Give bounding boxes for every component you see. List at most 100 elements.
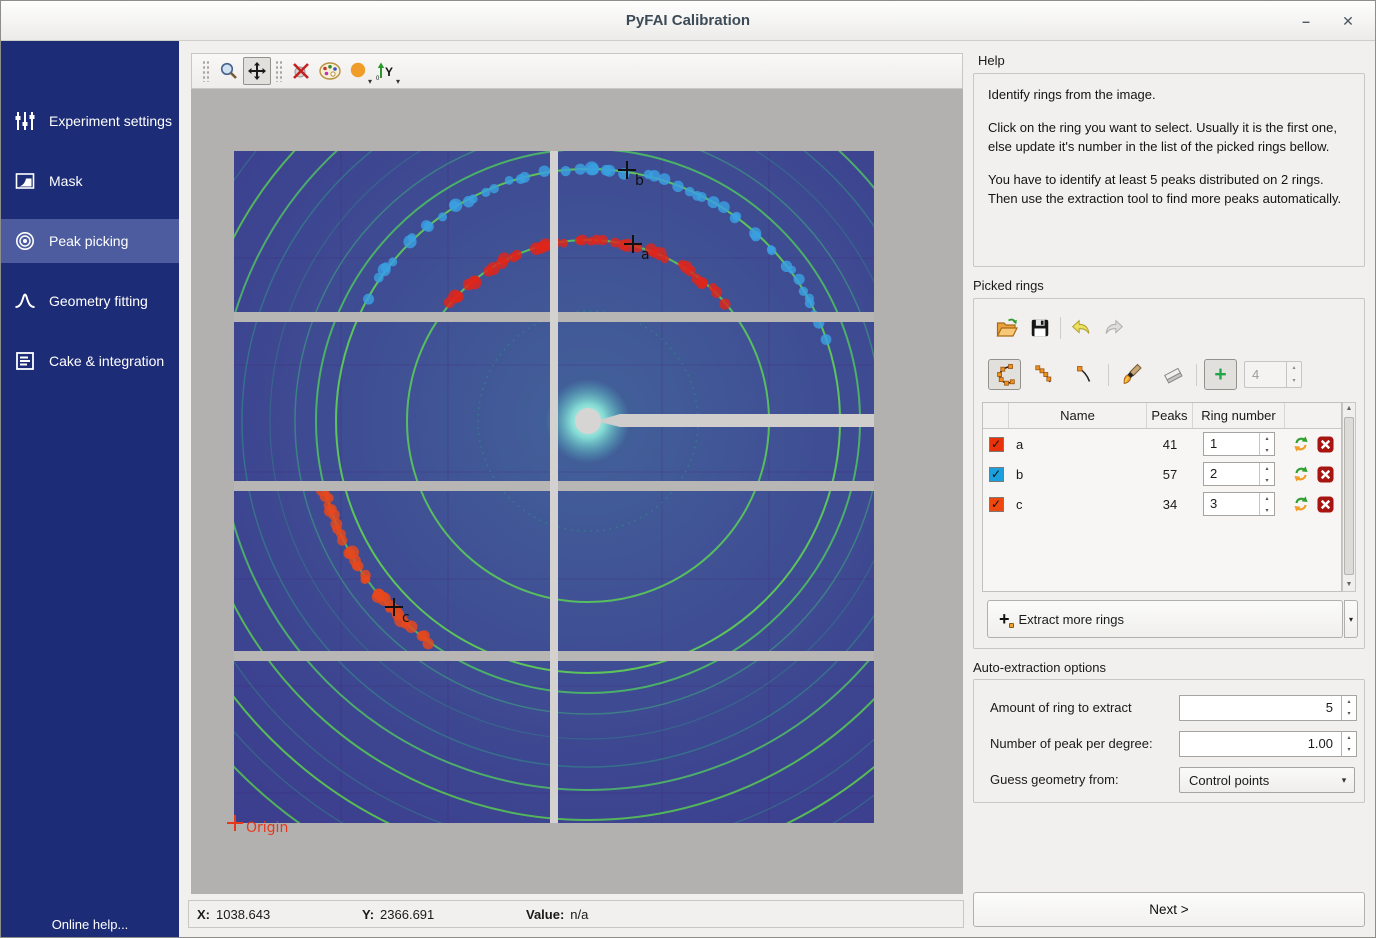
add-ring-button[interactable]: + <box>1204 359 1237 390</box>
rings-edit-toolbar: + 4 ▴ ▾ <box>988 359 1302 390</box>
arc-selection-tool-button[interactable] <box>1028 359 1061 390</box>
eraser-tool-button[interactable] <box>1156 359 1189 390</box>
mask-overlay-button[interactable]: ▾ <box>344 57 372 85</box>
plus-icon: + <box>999 610 1010 628</box>
refresh-ring-button[interactable] <box>1292 495 1310 513</box>
sidebar: Experiment settings Mask Peak picking Ge… <box>1 41 179 938</box>
document-icon <box>14 350 36 372</box>
colormap-button[interactable] <box>316 57 344 85</box>
titlebar[interactable]: PyFAI Calibration – ✕ <box>1 1 1375 41</box>
table-row[interactable]: ✓ a 41 1 ▴▾ <box>983 429 1341 459</box>
ring-number-spinbox[interactable]: 2 ▴▾ <box>1203 462 1275 486</box>
auto-extraction-box: Amount of ring to extract 5 ▴▾ Number of… <box>973 679 1365 803</box>
refresh-ring-button[interactable] <box>1292 465 1310 483</box>
ring-number-spinbox[interactable]: 3 ▴▾ <box>1203 492 1275 516</box>
ring-visible-checkbox[interactable]: ✓ <box>989 497 1004 512</box>
spin-up-icon[interactable]: ▴ <box>1260 433 1274 445</box>
separator <box>1196 364 1197 386</box>
sidebar-item-label: Peak picking <box>49 233 128 249</box>
eraser-icon <box>1161 363 1185 387</box>
separator <box>1060 317 1061 339</box>
sidebar-item-label: Geometry fitting <box>49 293 148 309</box>
point-tool-icon <box>1073 363 1097 387</box>
guess-geometry-combobox[interactable]: Control points ▾ <box>1179 767 1355 793</box>
delete-ring-button[interactable] <box>1317 496 1334 513</box>
point-selection-tool-button[interactable] <box>1068 359 1101 390</box>
separator <box>1108 364 1109 386</box>
spin-up-icon[interactable]: ▴ <box>1342 732 1356 744</box>
spin-down-icon[interactable]: ▾ <box>1287 375 1301 388</box>
chevron-down-icon: ▾ <box>396 77 400 86</box>
ring-amount-spinbox[interactable]: 5 ▴▾ <box>1179 695 1357 721</box>
ring-number-spinbox[interactable]: 1 ▴▾ <box>1203 432 1275 456</box>
brush-tool-button[interactable] <box>1116 359 1149 390</box>
brush-icon <box>1121 363 1145 387</box>
ring-selection-tool-button[interactable] <box>988 359 1021 390</box>
toolbar-grip[interactable] <box>202 60 211 82</box>
col-header-peaks: Peaks <box>1147 403 1193 428</box>
scroll-up-icon[interactable]: ▲ <box>1343 403 1355 415</box>
spin-up-icon[interactable]: ▴ <box>1260 493 1274 505</box>
table-row[interactable]: ✓ c 34 3 ▴▾ <box>983 489 1341 519</box>
extract-options-dropdown[interactable]: ▾ <box>1344 600 1358 638</box>
sidebar-item-cake-integration[interactable]: Cake & integration <box>1 339 179 383</box>
extract-more-rings-button[interactable]: + Extract more rings <box>987 600 1343 638</box>
sidebar-item-experiment-settings[interactable]: Experiment settings <box>1 99 179 143</box>
y-axis-orientation-button[interactable]: Y 0 ▾ <box>372 57 400 85</box>
peaks-per-degree-spinbox[interactable]: 1.00 ▴▾ <box>1179 731 1357 757</box>
magnifier-icon <box>219 61 239 81</box>
spin-down-icon[interactable]: ▾ <box>1342 744 1356 756</box>
orange-circle-icon <box>348 61 368 81</box>
table-scrollbar[interactable]: ▲ ▼ <box>1342 402 1356 592</box>
zoom-tool-button[interactable] <box>215 57 243 85</box>
rings-file-toolbar <box>994 315 1127 341</box>
diffraction-plot[interactable]: abcOrigin <box>191 89 963 894</box>
undo-button[interactable] <box>1068 315 1094 341</box>
svg-text:c: c <box>402 610 410 626</box>
minimize-button[interactable]: – <box>1289 1 1323 41</box>
option-label: Number of peak per degree: <box>990 731 1153 757</box>
spin-down-icon[interactable]: ▾ <box>1260 505 1274 517</box>
open-button[interactable] <box>994 315 1020 341</box>
spin-down-icon[interactable]: ▾ <box>1342 708 1356 720</box>
svg-text:0: 0 <box>376 76 380 81</box>
spin-up-icon[interactable]: ▴ <box>1342 696 1356 708</box>
redo-arrow-icon <box>1102 316 1126 340</box>
redo-button[interactable] <box>1101 315 1127 341</box>
save-button[interactable] <box>1027 315 1053 341</box>
spin-down-icon[interactable]: ▾ <box>1260 445 1274 457</box>
mask-icon <box>14 170 36 192</box>
delete-ring-button[interactable] <box>1317 436 1334 453</box>
sidebar-item-mask[interactable]: Mask <box>1 159 179 203</box>
next-button[interactable]: Next > <box>973 892 1365 927</box>
sidebar-item-peak-picking[interactable]: Peak picking <box>1 219 179 263</box>
ring-visible-checkbox[interactable]: ✓ <box>989 437 1004 452</box>
plot-statusbar: X:1038.643 Y:2366.691 Value:n/a <box>188 900 964 928</box>
help-group-label: Help <box>978 53 1005 68</box>
help-paragraph: Click on the ring you want to select. Us… <box>988 118 1350 157</box>
close-button[interactable]: ✕ <box>1331 1 1365 41</box>
picked-rings-table: Name Peaks Ring number ✓ a 41 1 ▴▾ <box>982 402 1342 592</box>
ring-visible-checkbox[interactable]: ✓ <box>989 467 1004 482</box>
pan-tool-button[interactable] <box>243 57 271 85</box>
spin-up-icon[interactable]: ▴ <box>1260 463 1274 475</box>
plot-toolbar: ▾ Y 0 ▾ <box>191 53 963 89</box>
spin-up-icon[interactable]: ▴ <box>1287 362 1301 375</box>
ring-name: b <box>1009 467 1147 482</box>
scroll-down-icon[interactable]: ▼ <box>1343 579 1355 591</box>
spin-down-icon[interactable]: ▾ <box>1260 475 1274 487</box>
online-help-link[interactable]: Online help... <box>1 917 179 932</box>
refresh-ring-button[interactable] <box>1292 435 1310 453</box>
scrollbar-thumb[interactable] <box>1344 417 1354 575</box>
table-row[interactable]: ✓ b 57 2 ▴▾ <box>983 459 1341 489</box>
delete-ring-button[interactable] <box>1317 466 1334 483</box>
ring-count-spinbox[interactable]: 4 ▴ ▾ <box>1244 361 1302 388</box>
picked-rings-box: + 4 ▴ ▾ Name Peaks Ring number ✓ a <box>973 298 1365 649</box>
clear-markers-button[interactable] <box>288 57 316 85</box>
toolbar-grip[interactable] <box>275 60 284 82</box>
chevron-down-icon: ▾ <box>1334 775 1354 786</box>
sidebar-item-geometry-fitting[interactable]: Geometry fitting <box>1 279 179 323</box>
svg-text:b: b <box>635 173 644 189</box>
help-box: Identify rings from the image. Click on … <box>973 73 1365 267</box>
plot-canvas[interactable]: abcOrigin <box>191 89 963 894</box>
